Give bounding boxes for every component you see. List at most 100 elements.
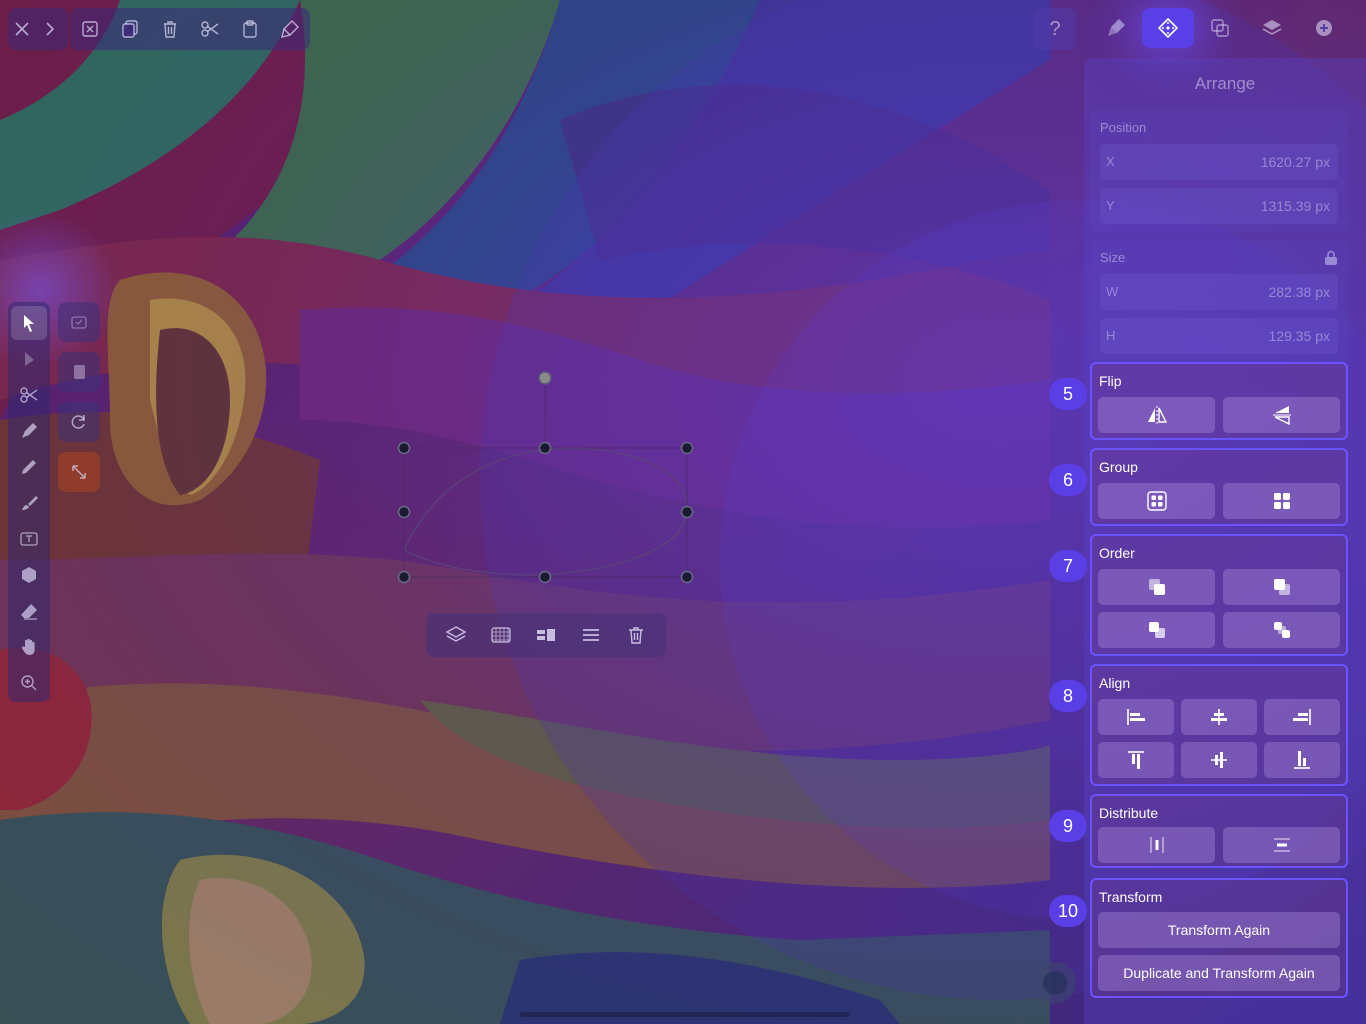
order-label: Order xyxy=(1099,545,1135,561)
lock-icon[interactable] xyxy=(1324,250,1338,271)
align-left-icon xyxy=(1127,709,1145,725)
panel-title: Arrange xyxy=(1194,74,1256,93)
transparency-icon[interactable] xyxy=(481,615,521,655)
style-tab-icon[interactable] xyxy=(1090,8,1142,48)
step-badge-7: 7 xyxy=(1049,550,1087,582)
w-key: W xyxy=(1106,284,1119,299)
align-left-button[interactable] xyxy=(1098,699,1174,735)
distribute-vertical-icon xyxy=(1273,838,1290,852)
bring-forward-button[interactable] xyxy=(1098,612,1215,648)
x-key: X xyxy=(1106,154,1115,169)
pen-tool-icon[interactable] xyxy=(11,414,47,448)
scissors-tool-icon[interactable] xyxy=(11,378,47,412)
x-field[interactable]: X 1620.27 px xyxy=(1100,144,1338,180)
context-toolbar xyxy=(426,613,666,657)
align-bottom-icon xyxy=(1294,751,1310,769)
text-tool-icon[interactable] xyxy=(11,522,47,556)
transform-again-button[interactable]: Transform Again xyxy=(1098,912,1340,948)
size-label: Size xyxy=(1100,250,1126,265)
duplicate-and-transform-again-button[interactable]: Duplicate and Transform Again xyxy=(1098,955,1340,991)
align-bottom-button[interactable] xyxy=(1264,742,1340,778)
arrange-tab-icon[interactable] xyxy=(1142,8,1194,48)
align-top-button[interactable] xyxy=(1098,742,1174,778)
group-label: Group xyxy=(1099,459,1138,475)
forward-icon[interactable] xyxy=(36,9,64,49)
arrange-icon[interactable] xyxy=(526,615,566,655)
w-value: 282.38 px xyxy=(1268,284,1331,300)
distribute-horizontal-button[interactable] xyxy=(1098,827,1215,863)
step-badge-10: 10 xyxy=(1049,895,1087,927)
bring-forward-icon xyxy=(1148,622,1165,638)
transform-section: Transform Transform Again Duplicate and … xyxy=(1090,878,1348,998)
step-badge-5: 5 xyxy=(1049,378,1087,410)
tool-column xyxy=(8,302,50,702)
ungroup-icon xyxy=(1273,493,1290,509)
flip-label: Flip xyxy=(1099,373,1122,389)
step-badge-8: 8 xyxy=(1049,680,1087,712)
brush-tool-icon[interactable] xyxy=(11,486,47,520)
paste-style-icon[interactable] xyxy=(270,9,310,49)
layers-icon[interactable] xyxy=(436,615,476,655)
align-center-horizontal-button[interactable] xyxy=(1181,699,1257,735)
hand-tool-icon[interactable] xyxy=(11,630,47,664)
deselect-icon[interactable] xyxy=(70,9,110,49)
menu-icon[interactable] xyxy=(571,615,611,655)
align-center-vertical-icon xyxy=(1211,752,1227,768)
position-group: Position X 1620.27 px Y 1315.39 px xyxy=(1090,110,1348,232)
order-section: Order xyxy=(1090,534,1348,656)
help-button[interactable]: ? xyxy=(1034,8,1076,50)
flip-section: Flip xyxy=(1090,362,1348,440)
close-icon[interactable] xyxy=(8,9,36,49)
group-button[interactable] xyxy=(1098,483,1215,519)
group-icon xyxy=(1146,491,1167,511)
align-top-icon xyxy=(1128,751,1144,769)
eraser-tool-icon[interactable] xyxy=(11,594,47,628)
trash-icon[interactable] xyxy=(150,9,190,49)
select-all-icon[interactable] xyxy=(58,302,100,342)
shape-tool-icon[interactable] xyxy=(11,558,47,592)
boolean-tab-icon[interactable] xyxy=(1194,8,1246,48)
w-field[interactable]: W 282.38 px xyxy=(1100,274,1338,310)
floating-action-button[interactable] xyxy=(1034,962,1076,1004)
distribute-label: Distribute xyxy=(1099,805,1159,821)
home-indicator[interactable] xyxy=(520,1012,850,1017)
select-tool-icon[interactable] xyxy=(11,306,47,340)
more-tab-icon[interactable] xyxy=(1298,8,1350,48)
step-badge-9: 9 xyxy=(1049,810,1087,842)
layers-tab-icon[interactable] xyxy=(1246,8,1298,48)
pencil-tool-icon[interactable] xyxy=(11,450,47,484)
scissors-icon[interactable] xyxy=(190,9,230,49)
send-backward-icon xyxy=(1273,622,1290,638)
bring-to-front-button[interactable] xyxy=(1098,569,1215,605)
scale-icon[interactable] xyxy=(58,452,100,492)
h-field[interactable]: H 129.35 px xyxy=(1100,318,1338,354)
send-backward-button[interactable] xyxy=(1223,612,1340,648)
align-center-vertical-button[interactable] xyxy=(1181,742,1257,778)
panel-tabs xyxy=(1090,6,1358,50)
y-key: Y xyxy=(1106,198,1115,213)
send-to-back-button[interactable] xyxy=(1223,569,1340,605)
zoom-tool-icon[interactable] xyxy=(11,666,47,700)
distribute-vertical-button[interactable] xyxy=(1223,827,1340,863)
paste-icon[interactable] xyxy=(230,9,270,49)
h-key: H xyxy=(1106,328,1116,343)
distribute-section: Distribute xyxy=(1090,794,1348,868)
duplicate-icon[interactable] xyxy=(110,9,150,49)
h-value: 129.35 px xyxy=(1268,328,1331,344)
flip-vertical-button[interactable] xyxy=(1223,397,1340,433)
align-right-button[interactable] xyxy=(1264,699,1340,735)
ungroup-button[interactable] xyxy=(1223,483,1340,519)
delete-icon[interactable] xyxy=(616,615,656,655)
align-section: Align xyxy=(1090,664,1348,786)
selection-handles[interactable] xyxy=(397,441,694,584)
copy-icon[interactable] xyxy=(58,352,100,392)
bring-to-front-icon xyxy=(1148,579,1165,595)
rotate-icon[interactable] xyxy=(58,402,100,442)
rotate-handle[interactable] xyxy=(538,371,552,385)
align-center-horizontal-icon xyxy=(1211,709,1227,725)
send-to-back-icon xyxy=(1273,579,1290,595)
flip-horizontal-button[interactable] xyxy=(1098,397,1215,433)
y-field[interactable]: Y 1315.39 px xyxy=(1100,188,1338,224)
node-tool-icon[interactable] xyxy=(11,342,47,376)
flip-horizontal-icon xyxy=(1147,406,1167,424)
